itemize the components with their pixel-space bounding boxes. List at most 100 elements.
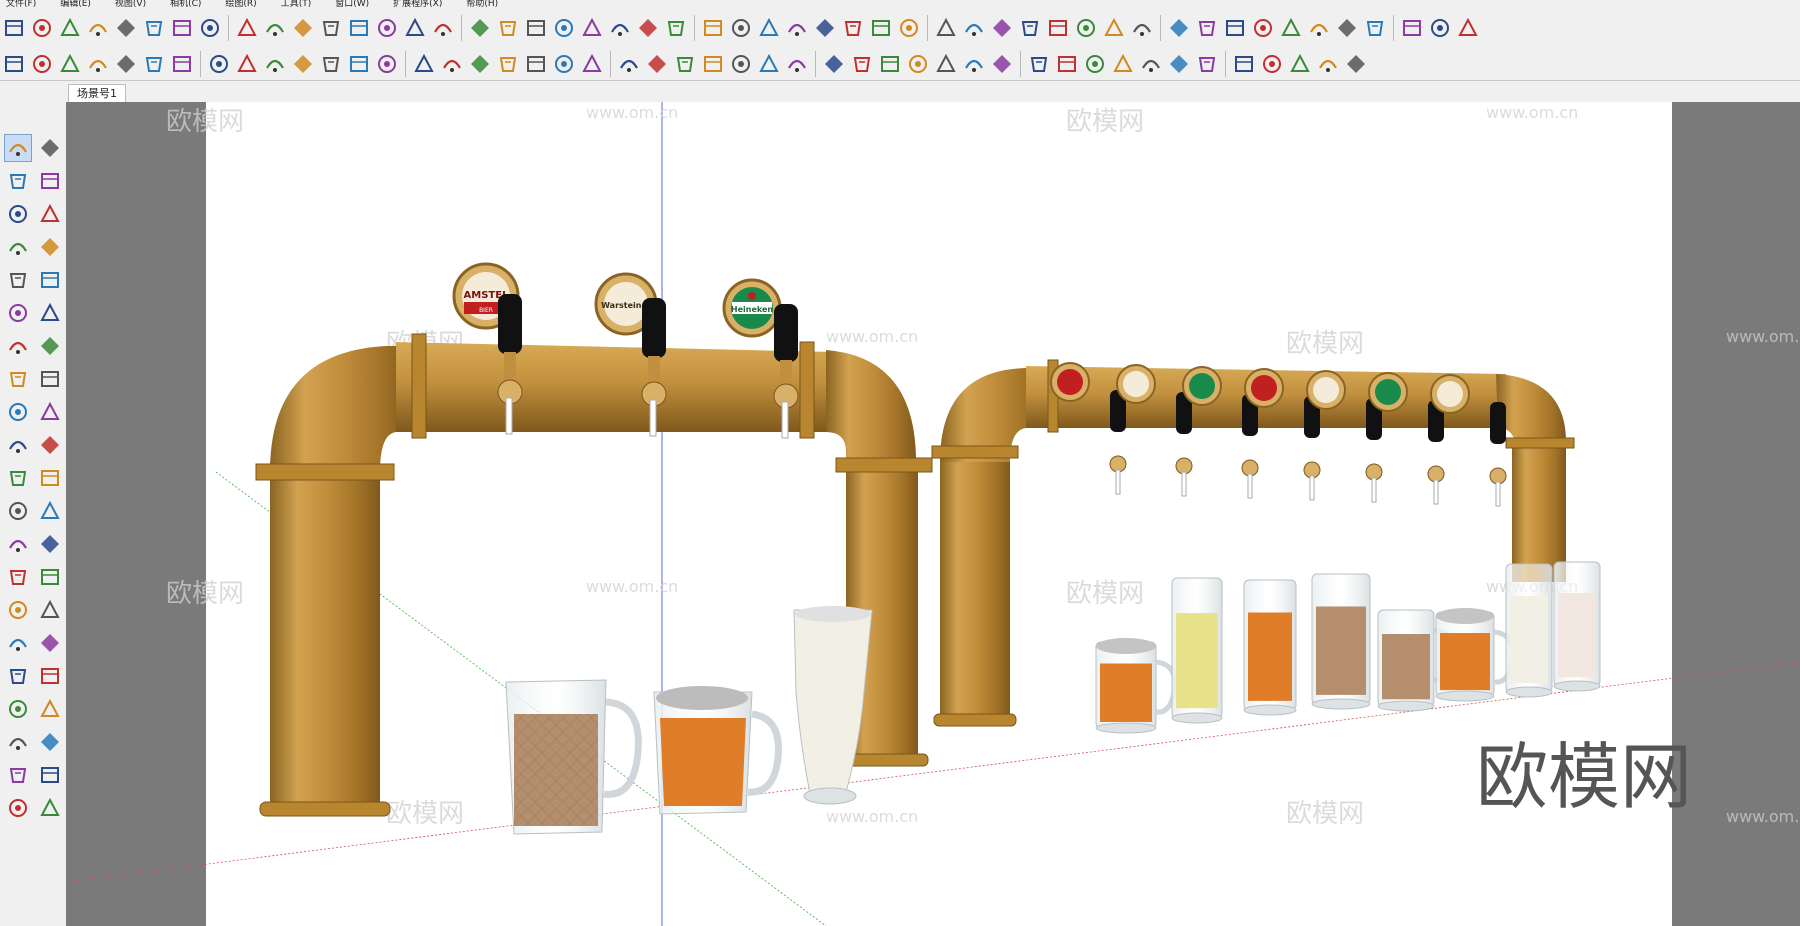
menu-item-1[interactable]: 编辑(E) [60,0,91,9]
orbit-ring-icon[interactable] [36,134,64,162]
book-icon[interactable] [28,50,56,78]
diamond2-icon[interactable] [988,14,1016,42]
zoom-icon[interactable] [140,50,168,78]
texture-icon[interactable] [1193,50,1221,78]
scene-canvas[interactable]: 欧模网 www.om.cn 欧模网 www.om.cn 欧模网 www.om.c… [66,102,1800,926]
pie-icon[interactable] [4,365,32,393]
tape-tool-icon[interactable] [4,497,32,525]
arc-tool-icon[interactable] [261,50,289,78]
house-icon[interactable] [56,50,84,78]
paint-icon[interactable] [522,50,550,78]
menu-item-7[interactable]: 扩展程序(X) [393,0,442,9]
iso-icon[interactable] [904,50,932,78]
side-icon[interactable] [988,50,1016,78]
walk-icon[interactable] [1081,50,1109,78]
select-icon[interactable] [168,50,196,78]
pan-icon[interactable] [578,50,606,78]
house3-icon[interactable] [112,50,140,78]
image-icon[interactable] [522,14,550,42]
diamond-icon[interactable] [960,14,988,42]
sandbox2-icon[interactable] [36,761,64,789]
layers3-icon[interactable] [755,50,783,78]
fence-icon[interactable] [1221,14,1249,42]
copy-icon[interactable] [1314,50,1342,78]
user-icon[interactable] [783,50,811,78]
menu-item-5[interactable]: 工具(T) [281,0,312,9]
curve-icon[interactable] [839,14,867,42]
previous-view-icon[interactable] [36,662,64,690]
window-icon[interactable] [466,14,494,42]
zoom-window-icon[interactable] [36,629,64,657]
cube-view-icon[interactable] [876,50,904,78]
layers2-icon[interactable] [727,50,755,78]
zoom-extents-icon[interactable] [643,50,671,78]
menu-item-6[interactable]: 窗口(W) [335,0,369,9]
protractor-tool-icon[interactable] [4,530,32,558]
triangle-icon[interactable] [1277,14,1305,42]
cube-icon[interactable] [1016,14,1044,42]
section-icon[interactable] [820,50,848,78]
follow-me-tool-icon[interactable] [36,431,64,459]
layers-icon[interactable] [699,50,727,78]
disk-icon[interactable] [196,14,224,42]
menu-item-0[interactable]: 文件(F) [6,0,36,9]
component-icon[interactable] [0,14,28,42]
line-icon[interactable] [727,14,755,42]
panel-icon[interactable] [1333,14,1361,42]
arc-icon[interactable] [168,14,196,42]
component-tool-icon[interactable] [4,200,32,228]
select-arrow-icon[interactable] [4,134,32,162]
rotate-tool-icon[interactable] [4,431,32,459]
column-icon[interactable] [1249,14,1277,42]
freehand-icon[interactable] [36,233,64,261]
chart-icon[interactable] [662,14,690,42]
orbit-tool-icon[interactable] [4,596,32,624]
tab-scene-1[interactable]: 场景号1 [68,84,126,102]
dim-tool-icon[interactable] [36,497,64,525]
back-icon[interactable] [1025,50,1053,78]
rectangle-tool-icon[interactable] [4,266,32,294]
move-icon[interactable] [373,50,401,78]
menu-item-2[interactable]: 视图(V) [115,0,146,9]
solid-icon[interactable] [1053,50,1081,78]
sandbox1-icon[interactable] [4,761,32,789]
move-tool-icon[interactable] [4,398,32,426]
house2-icon[interactable] [84,50,112,78]
teapot2-icon[interactable] [317,14,345,42]
palette-icon[interactable] [261,14,289,42]
grass-icon[interactable] [1165,50,1193,78]
orbit-icon[interactable] [550,50,578,78]
front-icon[interactable] [960,50,988,78]
offset-icon[interactable] [36,464,64,492]
rectangle-icon[interactable] [289,50,317,78]
tree-icon[interactable] [699,14,727,42]
arch-icon[interactable] [811,14,839,42]
pen-icon[interactable] [932,14,960,42]
zoom2-icon[interactable] [615,50,643,78]
spiral-icon[interactable] [1165,14,1193,42]
ladder-icon[interactable] [606,14,634,42]
menu-item-8[interactable]: 帮助(H) [466,0,498,9]
walk-tool-icon[interactable] [4,728,32,756]
window2-icon[interactable] [494,14,522,42]
pen2-icon[interactable] [1361,14,1389,42]
box2-icon[interactable] [1137,50,1165,78]
plugin-icon[interactable] [1426,14,1454,42]
axes-icon[interactable] [4,563,32,591]
eraser-icon[interactable] [205,50,233,78]
spline2-icon[interactable] [1044,14,1072,42]
zoom-tool-icon[interactable] [4,629,32,657]
slab-icon[interactable] [895,14,923,42]
package-icon[interactable] [0,50,28,78]
vray-icon[interactable] [233,14,261,42]
polygon-icon[interactable] [36,299,64,327]
shape-icon[interactable] [1258,50,1286,78]
info-icon[interactable] [1342,50,1370,78]
zoom-extents-tool-icon[interactable] [4,662,32,690]
circle-icon[interactable] [56,14,84,42]
tape-measure-icon[interactable] [466,50,494,78]
chain-icon[interactable] [1100,14,1128,42]
pan-tool-icon[interactable] [36,596,64,624]
text-tool-icon[interactable] [36,530,64,558]
paint-bucket-icon[interactable] [4,167,32,195]
